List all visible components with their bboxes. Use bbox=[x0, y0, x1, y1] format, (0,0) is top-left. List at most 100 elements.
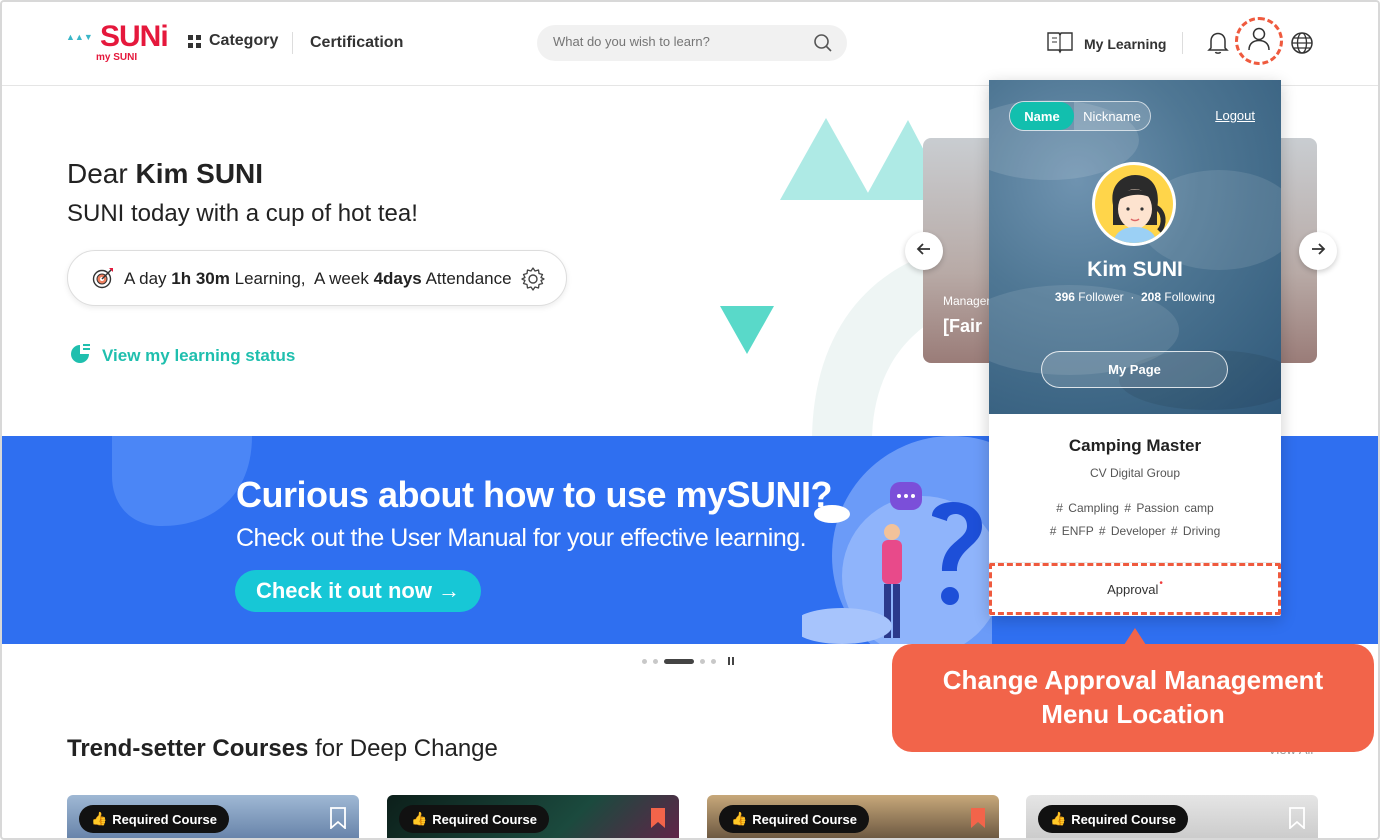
nav-category-label: Category bbox=[209, 32, 279, 49]
course-card[interactable]: 👍 Required Course bbox=[67, 795, 359, 838]
pagination-dot[interactable] bbox=[653, 658, 658, 664]
search-box bbox=[537, 25, 847, 61]
grid-icon bbox=[188, 34, 201, 48]
pagination-dot[interactable] bbox=[711, 658, 716, 664]
following-count: 208 bbox=[1141, 290, 1162, 304]
toggle-nickname-option[interactable]: Nickname bbox=[1074, 102, 1150, 130]
greeting-line: Dear Kim SUNI bbox=[67, 158, 263, 190]
toggle-name-option[interactable]: Name bbox=[1010, 102, 1074, 130]
my-learning-label: My Learning bbox=[1084, 35, 1167, 52]
banner-subline: Check out the User Manual for your effec… bbox=[236, 524, 807, 552]
banner-headline: Curious about how to use mySUNI? bbox=[236, 474, 833, 515]
thumbs-up-icon: 👍 bbox=[731, 811, 748, 826]
carousel-prev-button[interactable] bbox=[905, 232, 943, 270]
banner-illustration bbox=[802, 436, 992, 644]
banner-decor-shape bbox=[112, 436, 252, 526]
required-course-badge: 👍 Required Course bbox=[399, 805, 549, 833]
day-unit: Learning, bbox=[234, 269, 306, 288]
decor-down-triangle bbox=[720, 306, 774, 354]
page-frame: ▲▲▼ SUNi my SUNI Category Certification … bbox=[0, 0, 1380, 840]
gear-icon[interactable] bbox=[520, 266, 546, 297]
nav-certification[interactable]: Certification bbox=[310, 34, 403, 52]
thumbs-up-icon: 👍 bbox=[1050, 811, 1067, 826]
search-input[interactable] bbox=[553, 34, 803, 49]
greeting-user-name: Kim SUNI bbox=[135, 158, 264, 189]
day-label: A day bbox=[124, 269, 167, 288]
bell-icon[interactable] bbox=[1206, 30, 1230, 61]
profile-club: Camping Master bbox=[1068, 436, 1202, 455]
mysuni-logo[interactable]: ▲▲▼ SUNi my SUNI bbox=[66, 20, 169, 66]
logo-triangles-icon: ▲▲▼ bbox=[66, 32, 93, 42]
profile-popup: Name Nickname Logout Kim SUNI 396 Follow… bbox=[989, 80, 1281, 616]
profile-name: Kim SUNI bbox=[1087, 258, 1183, 281]
book-icon bbox=[1046, 30, 1074, 57]
callout-line1: Change Approval Management bbox=[942, 665, 1324, 696]
badge-label: Required Course bbox=[112, 811, 217, 827]
name-nickname-toggle[interactable]: Name Nickname bbox=[1009, 101, 1151, 131]
target-icon bbox=[92, 267, 114, 294]
header-divider bbox=[1182, 32, 1183, 54]
greeting-prefix: Dear bbox=[67, 158, 128, 189]
arrow-right-icon bbox=[1310, 241, 1326, 262]
profile-tags-line2: # ENFP # Developer # Driving bbox=[1049, 524, 1221, 538]
user-icon bbox=[1247, 26, 1271, 57]
trend-title-rest: for Deep Change bbox=[315, 735, 498, 762]
bookmark-filled-icon[interactable] bbox=[649, 807, 667, 834]
view-learning-status-link[interactable]: View my learning status bbox=[70, 342, 295, 369]
course-card[interactable]: 👍 Required Course bbox=[387, 795, 679, 838]
course-card[interactable]: 👍 Required Course bbox=[1026, 795, 1318, 838]
user-profile-button[interactable] bbox=[1235, 17, 1283, 65]
bookmark-filled-icon[interactable] bbox=[969, 807, 987, 834]
carousel-card-title: [Fair bbox=[943, 316, 983, 336]
top-header: ▲▲▼ SUNi my SUNI Category Certification … bbox=[2, 2, 1378, 86]
nav-divider bbox=[292, 32, 293, 54]
pie-chart-icon bbox=[70, 342, 92, 369]
trend-title-bold: Trend-setter Courses bbox=[67, 735, 309, 762]
my-page-button[interactable]: My Page bbox=[1041, 351, 1228, 388]
week-label: A week bbox=[314, 269, 369, 288]
avatar bbox=[1092, 162, 1176, 246]
week-value: 4days bbox=[373, 269, 422, 288]
bookmark-icon[interactable] bbox=[1288, 807, 1306, 834]
annotation-callout: Change Approval Management Menu Location bbox=[892, 644, 1374, 752]
week-unit: Attendance bbox=[425, 269, 512, 288]
callout-tail bbox=[1124, 628, 1146, 645]
followers-count: 396 bbox=[1054, 290, 1075, 304]
learning-stats-pill: A day 1h 30m Learning, A week 4days Atte… bbox=[67, 250, 567, 306]
day-value: 1h 30m bbox=[171, 269, 230, 288]
my-learning-link[interactable]: My Learning bbox=[1046, 30, 1166, 57]
logo-wordmark: SUNi bbox=[100, 20, 169, 53]
pagination-dot[interactable] bbox=[642, 658, 647, 664]
globe-icon[interactable] bbox=[1290, 31, 1314, 60]
callout-line2: Menu Location bbox=[1041, 699, 1225, 729]
carousel-next-button[interactable] bbox=[1299, 232, 1337, 270]
profile-org: CV Digital Group bbox=[1089, 466, 1181, 480]
badge-label: Required Course bbox=[1071, 811, 1176, 827]
thumbs-up-icon: 👍 bbox=[411, 811, 428, 826]
banner-pagination bbox=[642, 657, 734, 665]
badge-label: Required Course bbox=[432, 811, 537, 827]
pagination-dot[interactable] bbox=[700, 658, 705, 664]
thumbs-up-icon: 👍 bbox=[91, 811, 108, 826]
followers-label: Follower bbox=[1078, 290, 1124, 304]
view-learning-status-label: View my learning status bbox=[102, 345, 296, 365]
required-course-badge: 👍 Required Course bbox=[719, 805, 869, 833]
pause-icon[interactable] bbox=[728, 657, 734, 665]
search-icon[interactable] bbox=[813, 33, 833, 58]
following-label: Following bbox=[1164, 290, 1216, 304]
follow-stats: 396 Follower · 208 Following bbox=[1054, 290, 1216, 304]
bookmark-icon[interactable] bbox=[329, 807, 347, 834]
logo-subtext: my SUNI bbox=[96, 52, 138, 63]
badge-label: Required Course bbox=[752, 811, 857, 827]
course-card[interactable]: 👍 Required Course bbox=[707, 795, 999, 838]
learning-stats-text: A day 1h 30m Learning, A week 4days Atte… bbox=[124, 269, 512, 289]
carousel-card-meta: Manager bbox=[943, 294, 991, 308]
banner-cta-button[interactable]: Check it out now → bbox=[235, 570, 481, 612]
required-course-badge: 👍 Required Course bbox=[1038, 805, 1188, 833]
logout-link[interactable]: Logout bbox=[1215, 108, 1255, 123]
profile-tags-line1: # Campling # Passion camp bbox=[1056, 501, 1214, 515]
nav-category[interactable]: Category bbox=[188, 32, 278, 50]
profile-popup-header: Name Nickname Logout Kim SUNI 396 Follow… bbox=[989, 80, 1281, 414]
greeting-subtitle: SUNI today with a cup of hot tea! bbox=[67, 200, 418, 227]
pagination-dot-active[interactable] bbox=[664, 658, 694, 664]
